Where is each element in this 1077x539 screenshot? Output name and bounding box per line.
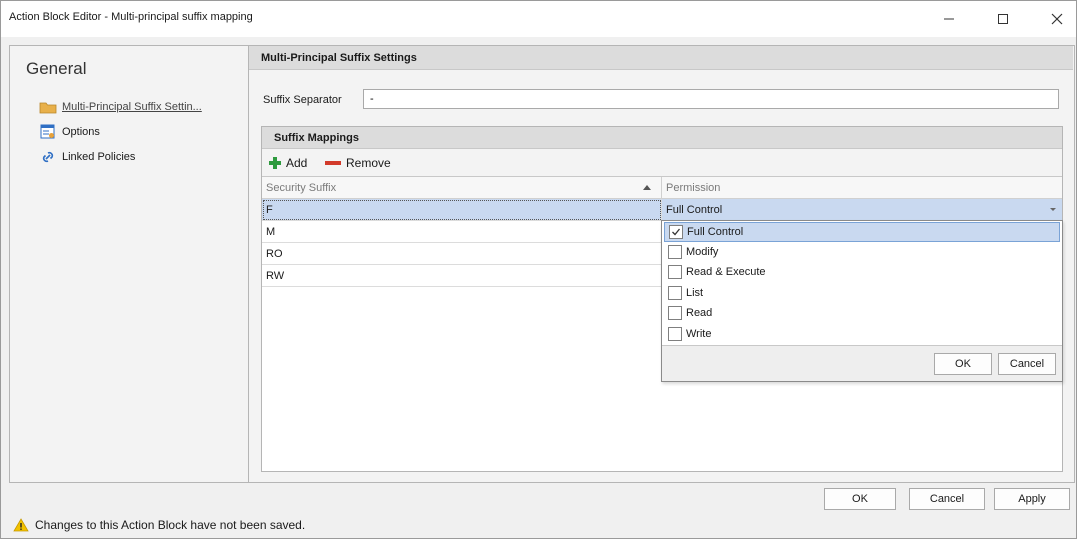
warning-icon	[13, 517, 29, 532]
option-label: Write	[686, 328, 712, 340]
option-label: Read & Execute	[686, 266, 766, 278]
add-label: Add	[286, 156, 308, 170]
cancel-button[interactable]: Cancel	[909, 488, 985, 510]
permission-value: Full Control	[666, 204, 723, 216]
checkbox[interactable]	[668, 306, 682, 320]
checkbox[interactable]	[669, 225, 683, 239]
suffix-separator-input[interactable]	[363, 89, 1059, 109]
checkbox[interactable]	[668, 327, 682, 341]
section-title: Multi-Principal Suffix Settings	[249, 46, 1073, 70]
nav-header: General	[26, 59, 87, 78]
link-icon	[38, 149, 58, 165]
permission-option-read-execute[interactable]: Read & Execute	[664, 262, 1060, 282]
suffix-mappings-title: Suffix Mappings	[262, 127, 1062, 149]
table-row[interactable]: F Full Control	[262, 199, 1062, 221]
title-bar: Action Block Editor - Multi-principal su…	[1, 1, 1076, 37]
nav-item-suffix-settings[interactable]: Multi-Principal Suffix Settin...	[38, 97, 202, 117]
remove-label: Remove	[346, 156, 391, 170]
minus-icon	[324, 156, 342, 170]
permission-option-full-control[interactable]: Full Control	[664, 222, 1060, 242]
close-button[interactable]	[1039, 1, 1075, 37]
close-icon	[1051, 13, 1063, 25]
suffix-cell[interactable]: RO	[262, 243, 662, 265]
dropdown-footer: OK Cancel	[662, 345, 1062, 381]
status-bar: Changes to this Action Block have not be…	[1, 511, 1076, 538]
nav-item-label: Options	[62, 126, 100, 138]
checkbox[interactable]	[668, 286, 682, 300]
sort-ascending-icon	[643, 185, 651, 190]
dropdown-arrow-icon[interactable]	[1046, 202, 1060, 216]
permission-option-modify[interactable]: Modify	[664, 242, 1060, 262]
apply-button[interactable]: Apply	[994, 488, 1070, 510]
suffix-separator-label: Suffix Separator	[263, 94, 342, 106]
dropdown-ok-button[interactable]: OK	[934, 353, 992, 375]
suffix-cell[interactable]: M	[262, 221, 662, 243]
suffix-cell[interactable]: RW	[262, 265, 662, 287]
status-message: Changes to this Action Block have not be…	[35, 517, 306, 532]
option-label: Modify	[686, 246, 719, 258]
nav-item-options[interactable]: Options	[38, 122, 100, 142]
option-label: Read	[686, 307, 713, 319]
permission-option-read[interactable]: Read	[664, 303, 1060, 323]
navigation-pane: General Multi-Principal Suffix Settin...…	[9, 45, 249, 483]
dropdown-cancel-button[interactable]: Cancel	[998, 353, 1056, 375]
minimize-icon	[944, 18, 954, 20]
window-title: Action Block Editor - Multi-principal su…	[9, 11, 253, 23]
permission-option-write[interactable]: Write	[664, 324, 1060, 344]
column-header-permission[interactable]: Permission	[662, 177, 1062, 199]
option-label: List	[686, 287, 704, 299]
suffix-cell[interactable]: F	[262, 199, 662, 221]
plus-icon	[268, 156, 282, 170]
nav-item-label: Multi-Principal Suffix Settin...	[62, 101, 202, 113]
minimize-button[interactable]	[931, 1, 967, 37]
permission-option-list[interactable]: List	[664, 283, 1060, 303]
checkmark-icon	[672, 228, 681, 236]
add-button[interactable]: Add	[268, 154, 307, 172]
permission-cell[interactable]: Full Control	[662, 199, 1062, 221]
editor-window: Action Block Editor - Multi-principal su…	[0, 0, 1077, 539]
folder-icon	[38, 99, 58, 115]
maximize-button[interactable]	[985, 1, 1021, 37]
checkbox[interactable]	[668, 265, 682, 279]
option-label: Full Control	[687, 226, 744, 238]
ok-button[interactable]: OK	[824, 488, 896, 510]
options-icon	[38, 124, 58, 140]
permission-dropdown: Full Control Modify Read & Execute List …	[661, 220, 1063, 382]
nav-item-linked-policies[interactable]: Linked Policies	[38, 147, 135, 167]
nav-item-label: Linked Policies	[62, 151, 136, 163]
checkbox[interactable]	[668, 245, 682, 259]
column-header-security-suffix[interactable]: Security Suffix	[262, 177, 662, 199]
remove-button[interactable]: Remove	[324, 154, 391, 172]
maximize-icon	[998, 14, 1008, 24]
